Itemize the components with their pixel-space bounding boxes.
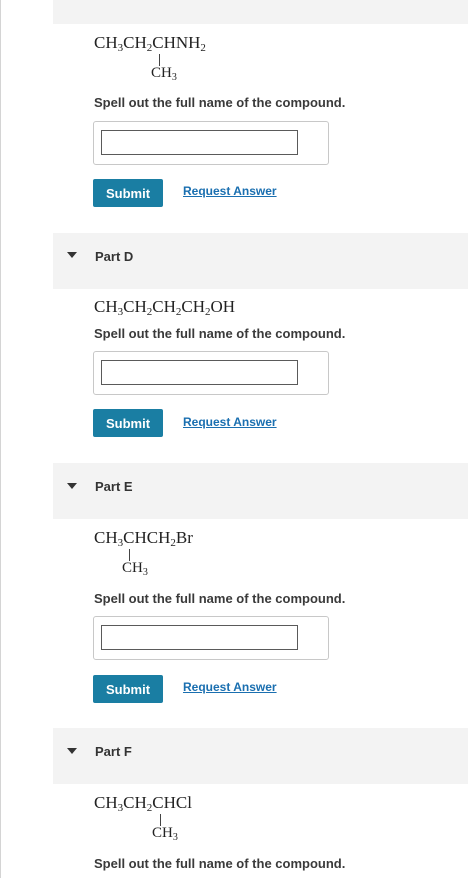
part-d-answer-box bbox=[93, 351, 329, 395]
part-c-answer-box bbox=[93, 121, 329, 165]
part-d-answer-input[interactable] bbox=[101, 360, 298, 385]
part-e-formula: CH3CHCH2Br bbox=[94, 528, 193, 549]
part-d-submit-button[interactable]: Submit bbox=[93, 409, 163, 437]
part-e-title: Part E bbox=[95, 479, 133, 494]
part-d-request-answer-link[interactable]: Request Answer bbox=[183, 415, 277, 429]
part-f-caret-down-icon[interactable] bbox=[67, 748, 77, 754]
part-c-branch: CH3 bbox=[151, 65, 177, 83]
part-c-header-band bbox=[53, 0, 468, 24]
part-e-answer-box bbox=[93, 616, 329, 660]
part-c-answer-input[interactable] bbox=[101, 130, 298, 155]
part-e-branch: CH3 bbox=[122, 560, 148, 578]
part-e-answer-input[interactable] bbox=[101, 625, 298, 650]
part-c-prompt: Spell out the full name of the compound. bbox=[94, 95, 346, 110]
part-f-branch: CH3 bbox=[152, 825, 178, 843]
part-c-submit-button[interactable]: Submit bbox=[93, 179, 163, 207]
part-c-request-answer-link[interactable]: Request Answer bbox=[183, 184, 277, 198]
part-d-caret-down-icon[interactable] bbox=[67, 252, 77, 258]
part-e-caret-down-icon[interactable] bbox=[67, 483, 77, 489]
part-c-formula: CH3CH2CHNH2 bbox=[94, 33, 206, 54]
part-f-prompt: Spell out the full name of the compound. bbox=[94, 856, 346, 871]
part-d-prompt: Spell out the full name of the compound. bbox=[94, 326, 346, 341]
part-e-request-answer-link[interactable]: Request Answer bbox=[183, 680, 277, 694]
part-e-prompt: Spell out the full name of the compound. bbox=[94, 591, 346, 606]
part-d-title: Part D bbox=[95, 249, 134, 264]
part-e-submit-button[interactable]: Submit bbox=[93, 675, 163, 703]
part-f-title: Part F bbox=[95, 744, 132, 759]
part-d-formula: CH3CH2CH2CH2OH bbox=[94, 297, 236, 318]
part-f-formula: CH3CH2CHCl bbox=[94, 793, 192, 814]
assignment-panel: CH3CH2CHNH2 CH3 Spell out the full name … bbox=[0, 0, 468, 878]
